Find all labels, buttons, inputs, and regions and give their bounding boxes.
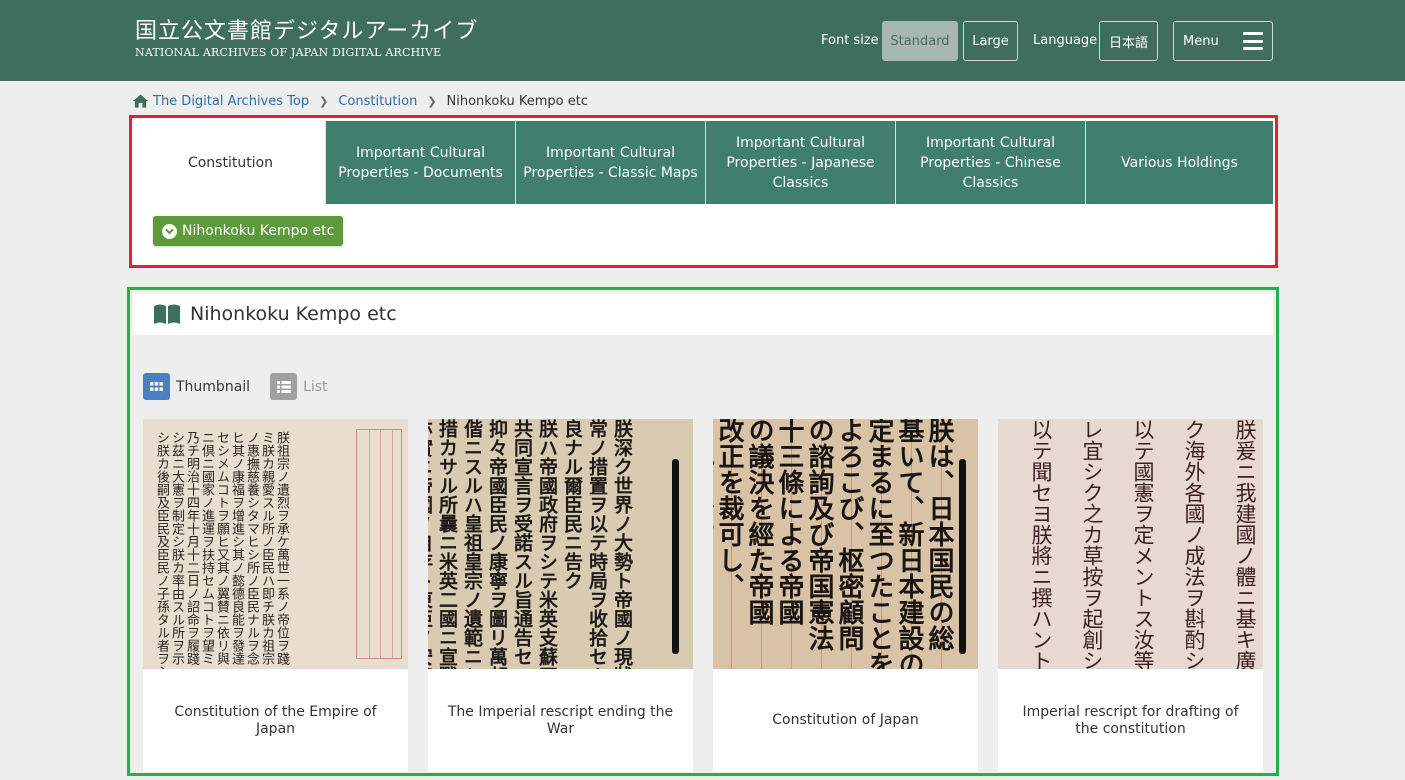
document-card-title[interactable]: Imperial rescript for drafting of the co… xyxy=(998,669,1263,772)
document-text-column: 定まるに至つたことを、 xyxy=(864,419,894,669)
document-text-column: の議決を經た帝國 xyxy=(744,419,774,625)
document-card-title[interactable]: Constitution of Japan xyxy=(713,669,978,772)
document-ruled-frame xyxy=(356,429,402,659)
document-text-column: よろこび、枢密顧問 xyxy=(834,419,864,651)
tab-cultural-japanese-classics[interactable]: Important Cultural Properties - Japanese… xyxy=(705,121,895,204)
document-text-column: 共同宣言ヲ受諾スル旨通告セ xyxy=(511,419,533,666)
document-thumbnail[interactable]: 朕爰ニ我建國ノ體ニ基キ廣 ク海外各國ノ成法ヲ斟酌シ 以テ國憲ヲ定メントス汝等ソ レ宜シ… xyxy=(998,419,1263,669)
document-text-column: ノ惠撫慈養シタマヒシ所ノ臣民ナルヲ念 xyxy=(244,431,259,665)
document-text-column: レ宜シク之カ草按ヲ起創シ xyxy=(1080,419,1104,669)
site-logo[interactable]: 国立公文書館デジタルアーカイブ NATIONAL ARCHIVES OF JAP… xyxy=(135,18,478,60)
font-standard-button[interactable]: Standard xyxy=(882,21,958,61)
subcategory-chip-label: Nihonkoku Kempo etc xyxy=(182,223,335,239)
ruled-line xyxy=(391,430,393,658)
document-text-column: 朕は、日本国民の総 xyxy=(924,419,954,651)
document-text-column: 常ノ措置ヲ以テ時局ヲ收拾セムト欲シ茲 xyxy=(586,419,608,669)
chevron-circle-down-icon xyxy=(162,223,177,239)
tab-constitution[interactable]: Constitution xyxy=(136,121,325,204)
document-thumbnail[interactable]: 朕は、日本国民の総 基いて、新日本建設の 定まるに至つたことを、 よろこび、枢密顧問の… xyxy=(713,419,978,669)
content-title-bar: Nihonkoku Kempo etc xyxy=(133,293,1273,335)
document-text-column: 改正を裁可し、 xyxy=(714,419,744,599)
tab-cultural-classic-maps[interactable]: Important Cultural Properties - Classic … xyxy=(515,121,705,204)
document-card[interactable]: 朕祖宗ノ遺烈ヲ承ケ萬世一系ノ帝位ヲ踐 ミ朕カ親愛スル所ノ臣民ハ即チ朕カ祖宗 ノ惠撫慈… xyxy=(143,419,408,772)
document-text-column: ミ朕カ親愛スル所ノ臣民ハ即チ朕カ祖宗 xyxy=(259,431,274,665)
language-label: Language xyxy=(1033,33,1098,48)
document-text-column: ヒ其ノ康福ヲ增進シ其ノ懿德良能ヲ發達 xyxy=(229,431,244,665)
logo-japanese: 国立公文書館デジタルアーカイブ xyxy=(135,19,479,44)
document-text-column: の諮詢及び帝国憲法 xyxy=(804,419,834,651)
list-view-button[interactable]: List xyxy=(270,373,328,400)
document-text-column: 朕爰ニ我建國ノ體ニ基キ廣 xyxy=(1233,419,1257,669)
document-text-column: 朕祖宗ノ遺烈ヲ承ケ萬世一系ノ帝位ヲ踐 xyxy=(274,431,289,665)
document-card-grid: 朕祖宗ノ遺烈ヲ承ケ萬世一系ノ帝位ヲ踐 ミ朕カ親愛スル所ノ臣民ハ即チ朕カ祖宗 ノ惠撫慈… xyxy=(143,419,1263,772)
view-toggle: Thumbnail List xyxy=(143,373,348,400)
tab-various-holdings[interactable]: Various Holdings xyxy=(1085,121,1273,204)
grid-icon xyxy=(143,373,170,400)
breadcrumb: The Digital Archives Top ❯ Constitution … xyxy=(133,91,588,111)
document-text-column: 偕ニスルハ皇祖皇宗ノ遺範ニシテ朕 xyxy=(461,419,483,669)
document-text-column: 以テ國憲ヲ定メントス汝等ソ xyxy=(1131,419,1155,669)
document-text-column: 基いて、新日本建設の xyxy=(894,419,924,669)
document-text-column: 亦實ニ帝國ノ自存ト東亞ノ安定 xyxy=(428,419,433,669)
hamburger-icon xyxy=(1243,32,1263,50)
document-card-title[interactable]: Constitution of the Empire of Japan xyxy=(143,669,408,772)
document-text-column: セシメムコトヲ願ヒ又其ノ翼賛ニ依リ與 xyxy=(214,431,229,665)
document-thumbnail[interactable]: 朕祖宗ノ遺烈ヲ承ケ萬世一系ノ帝位ヲ踐 ミ朕カ親愛スル所ノ臣民ハ即チ朕カ祖宗 ノ惠撫慈… xyxy=(143,419,408,669)
chevron-right-icon: ❯ xyxy=(427,94,437,108)
menu-button[interactable]: Menu xyxy=(1173,21,1273,61)
subcategory-chip[interactable]: Nihonkoku Kempo etc xyxy=(153,216,344,246)
document-text-column: シ朕カ後嗣及臣民及臣民ノ子孫タル者ヲシ xyxy=(154,431,169,669)
document-thumbnail[interactable]: 朕深ク世界ノ大勢ト帝國ノ現狀トニ鑑 常ノ措置ヲ以テ時局ヲ收拾セムト欲シ茲 良ナル爾臣… xyxy=(428,419,693,669)
menu-label: Menu xyxy=(1183,33,1219,49)
document-text-column: 良ナル爾臣民ニ告ク xyxy=(561,419,583,590)
ruled-line xyxy=(368,430,370,658)
logo-english: NATIONAL ARCHIVES OF JAPAN DIGITAL ARCHI… xyxy=(135,46,442,59)
home-icon xyxy=(133,94,148,108)
font-large-button[interactable]: Large xyxy=(963,21,1018,61)
document-card[interactable]: 朕は、日本国民の総 基いて、新日本建設の 定まるに至つたことを、 よろこび、枢密顧問の… xyxy=(713,419,978,772)
document-text-column: ク海外各國ノ成法ヲ斟酌シ xyxy=(1182,419,1206,669)
document-text-column: ニ倶ニ國家ノ進運ヲ扶持セムコトヲ望ミ xyxy=(199,431,214,665)
document-text-column: 措カサル所曩ニ米英二國ニ宣戰 xyxy=(436,419,458,669)
font-size-label: Font size xyxy=(821,33,879,48)
document-card-title[interactable]: The Imperial rescript ending the War xyxy=(428,669,693,772)
document-ink-bar xyxy=(672,459,679,654)
document-card[interactable]: 朕深ク世界ノ大勢ト帝國ノ現狀トニ鑑 常ノ措置ヲ以テ時局ヲ收拾セムト欲シ茲 良ナル爾臣… xyxy=(428,419,693,772)
document-ink-bar xyxy=(959,459,966,654)
thumbnail-view-label: Thumbnail xyxy=(176,378,251,395)
breadcrumb-current: Nihonkoku Kempo etc xyxy=(446,93,588,109)
document-text-column: 朕ハ帝國政府ヲシテ米英支蘇四國 xyxy=(536,419,558,669)
tab-cultural-documents[interactable]: Important Cultural Properties - Document… xyxy=(325,121,515,204)
document-text-column: シ茲ニ大憲ヲ制定シ朕カ率由スル所ヲ示 xyxy=(169,431,184,665)
document-text-column: 以テ聞セヨ朕將ニ撰ハントス xyxy=(1029,419,1053,669)
tab-cultural-chinese-classics[interactable]: Important Cultural Properties - Chinese … xyxy=(895,121,1085,204)
list-view-label: List xyxy=(303,378,328,395)
thumbnail-view-button[interactable]: Thumbnail xyxy=(143,373,250,400)
breadcrumb-link-constitution[interactable]: Constitution xyxy=(338,94,417,109)
document-text-column: 朕深ク世界ノ大勢ト帝國ノ現狀トニ鑑 xyxy=(611,419,633,669)
category-panel: Constitution Important Cultural Properti… xyxy=(129,115,1278,268)
document-card[interactable]: 朕爰ニ我建國ノ體ニ基キ廣 ク海外各國ノ成法ヲ斟酌シ 以テ國憲ヲ定メントス汝等ソ レ宜シ… xyxy=(998,419,1263,772)
language-button[interactable]: 日本語 xyxy=(1099,21,1158,61)
site-header: 国立公文書館デジタルアーカイブ NATIONAL ARCHIVES OF JAP… xyxy=(0,0,1405,81)
list-icon xyxy=(270,373,298,400)
document-text-column: 十三條による帝國 xyxy=(774,419,804,625)
document-text-column: 抑々帝國臣民ノ康寧ヲ圖リ萬邦共榮 xyxy=(486,419,508,669)
page-title: Nihonkoku Kempo etc xyxy=(190,303,397,325)
breadcrumb-link-top[interactable]: The Digital Archives Top xyxy=(153,94,309,109)
content-panel: Nihonkoku Kempo etc Thumbnail List 朕祖宗ノ遺… xyxy=(127,287,1279,776)
ruled-line xyxy=(380,430,381,658)
book-open-icon xyxy=(154,304,180,324)
document-text-column: 乃チ明治十四年十月十二日ノ詔命ヲ履踐 xyxy=(184,431,199,665)
category-tabs: Constitution Important Cultural Properti… xyxy=(136,121,1273,204)
chevron-right-icon: ❯ xyxy=(319,94,329,108)
